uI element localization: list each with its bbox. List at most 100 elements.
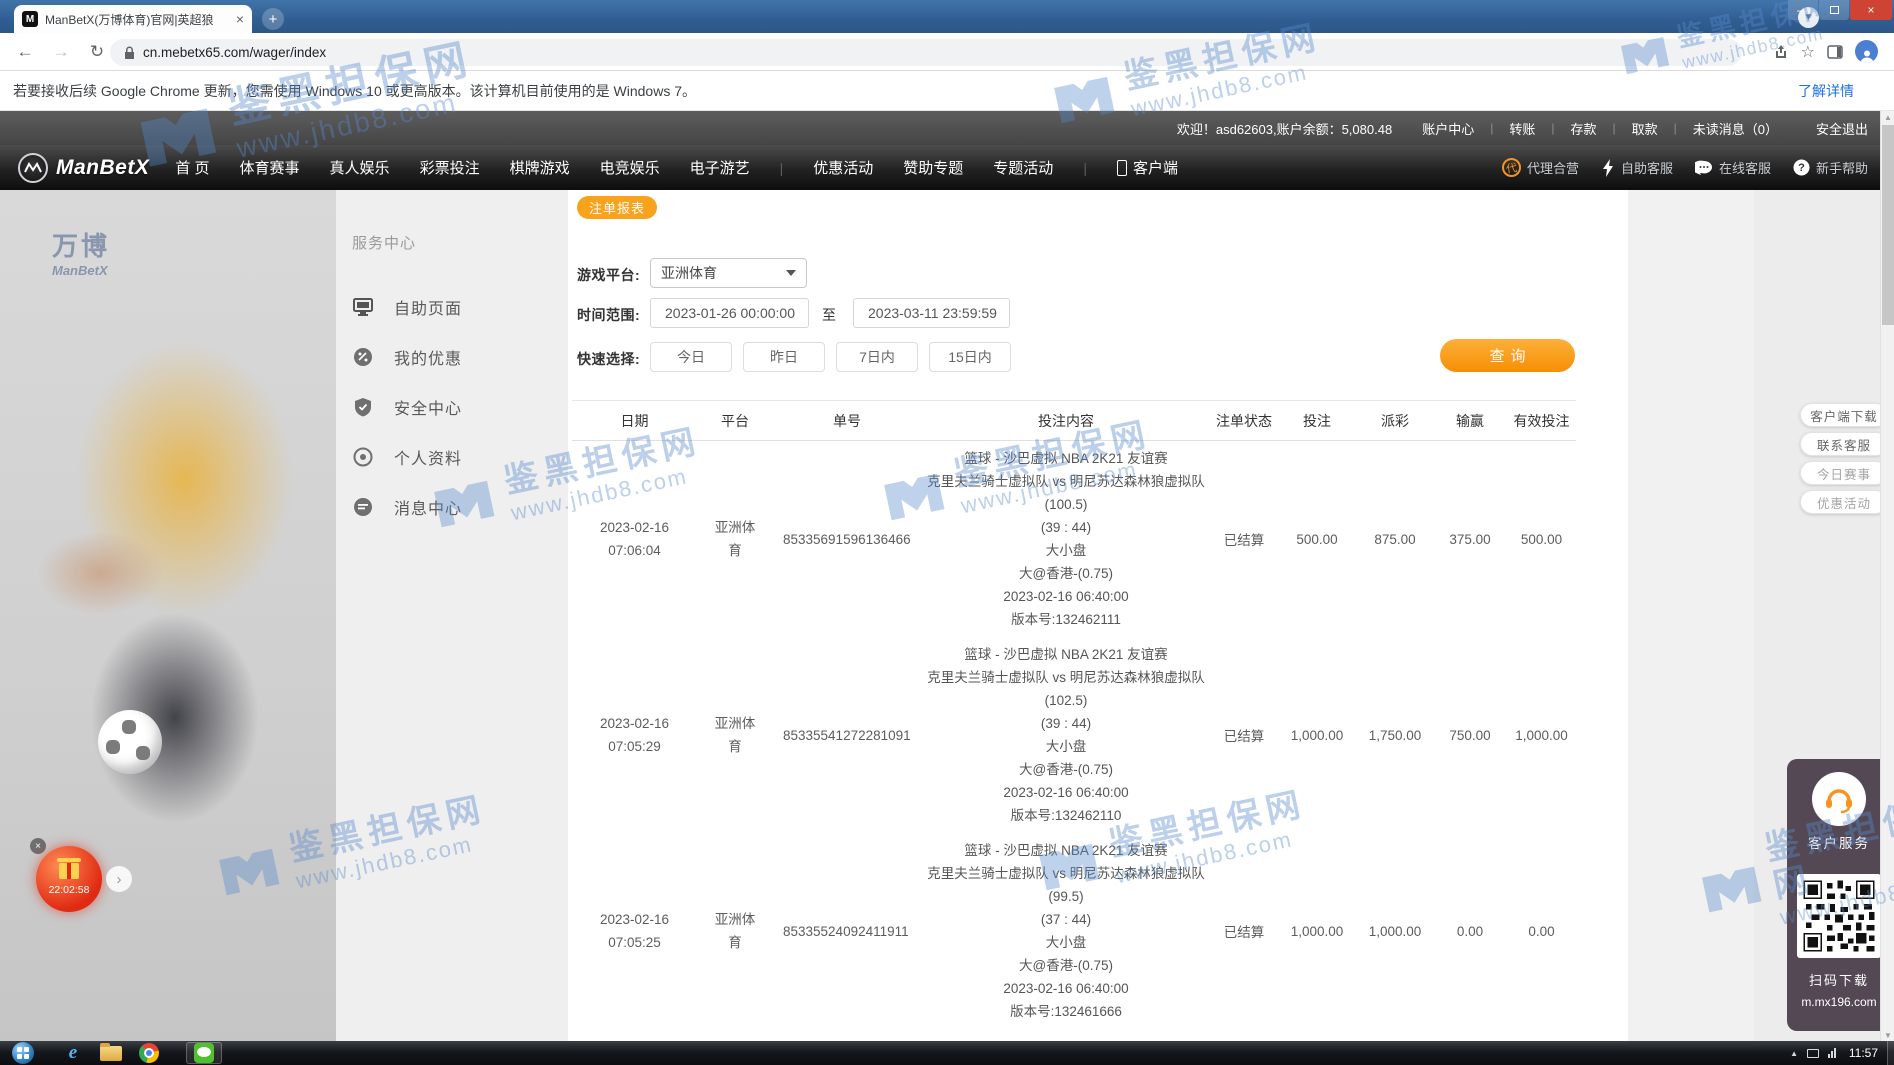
- nav-item[interactable]: 赞助专题: [903, 157, 963, 178]
- left-banner-image: 万博 ManBetX: [0, 190, 336, 1041]
- cell-winloss: 750.00: [1433, 637, 1507, 833]
- floating-pill[interactable]: 客户端下载: [1800, 403, 1888, 427]
- svg-text:?: ?: [1798, 162, 1805, 174]
- tray-expand-icon[interactable]: ▲: [1790, 1049, 1798, 1058]
- chrome-update-notice: 若要接收后续 Google Chrome 更新，您需使用 Windows 10 …: [0, 71, 1894, 111]
- report-card: 注单报表 游戏平台: 亚洲体育 时间范围: 至 快速选择: 今日昨日7日内15日…: [568, 190, 1628, 1041]
- quick-button[interactable]: 7日内: [836, 342, 918, 372]
- nav-item[interactable]: 电子游艺: [690, 157, 750, 178]
- bet-content-line: 版本号:132461666: [921, 1000, 1211, 1023]
- account-link[interactable]: 账户中心: [1422, 119, 1474, 138]
- bet-content-line: 克里夫兰骑士虚拟队 vs 明尼苏达森林狼虚拟队: [921, 666, 1211, 689]
- bookmark-star-icon[interactable]: ☆: [1801, 42, 1815, 62]
- promo-next-icon[interactable]: ›: [106, 866, 132, 892]
- search-button[interactable]: 查询: [1440, 339, 1575, 372]
- cell-winloss: 375.00: [1433, 441, 1507, 638]
- brand-logo[interactable]: ManBetX: [18, 153, 149, 183]
- welcome-balance-text: 欢迎！asd62603,账户余额：5,080.48: [1177, 119, 1392, 138]
- nav-item[interactable]: 专题活动: [993, 157, 1053, 178]
- taskbar-ie-icon[interactable]: e: [56, 1041, 90, 1065]
- bet-content-line: (39 : 44): [921, 712, 1211, 735]
- sidebar-item-shield[interactable]: 安全中心: [352, 394, 462, 420]
- account-link[interactable]: 存款: [1570, 119, 1596, 138]
- nav-right-item[interactable]: 自助客服: [1601, 158, 1673, 177]
- table-header-cell: 派彩: [1357, 401, 1433, 441]
- bet-time: 07:05:25: [572, 931, 697, 954]
- taskbar-clock[interactable]: 11:57: [1849, 1041, 1878, 1065]
- nav-item[interactable]: 彩票投注: [420, 157, 480, 178]
- forward-icon[interactable]: →: [50, 42, 72, 62]
- nav-item[interactable]: 客户端: [1117, 157, 1178, 178]
- back-icon[interactable]: ←: [14, 42, 36, 62]
- sidebar-item-discount[interactable]: 我的优惠: [352, 344, 462, 370]
- agent-icon: 代: [1501, 157, 1522, 178]
- account-link[interactable]: 取款: [1632, 119, 1658, 138]
- promo-countdown-bubble[interactable]: 22:02:58: [36, 846, 102, 912]
- new-tab-button[interactable]: +: [262, 8, 284, 30]
- sidebar-item-profile[interactable]: 个人资料: [352, 444, 462, 470]
- nav-item[interactable]: 真人娱乐: [330, 157, 390, 178]
- to-label: 至: [822, 305, 836, 325]
- nav-item[interactable]: 棋牌游戏: [510, 157, 570, 178]
- account-link[interactable]: 未读消息（0）: [1693, 119, 1778, 138]
- question-icon: ?: [1793, 159, 1810, 176]
- tab-wager-report[interactable]: 注单报表: [577, 196, 657, 219]
- customer-service-widget[interactable]: 客户服务: [1787, 759, 1891, 1031]
- show-desktop-button[interactable]: [1887, 1041, 1894, 1065]
- reload-icon[interactable]: ↻: [86, 42, 108, 62]
- account-link[interactable]: 安全退出: [1816, 119, 1868, 138]
- browser-tab[interactable]: M ManBetX(万博体育)官网|英超狼 ×: [14, 5, 252, 33]
- cell-status: 已结算: [1211, 637, 1277, 833]
- quick-button[interactable]: 15日内: [929, 342, 1011, 372]
- promo-close-icon[interactable]: ×: [30, 838, 46, 854]
- window-maximize-button[interactable]: [1819, 0, 1849, 20]
- cell-bet-amount: 1,000.00: [1277, 833, 1357, 1029]
- scrollbar-thumb[interactable]: [1882, 125, 1894, 325]
- sidebar-item-message[interactable]: 消息中心: [352, 494, 462, 520]
- nav-item[interactable]: 电竞娱乐: [600, 157, 660, 178]
- bet-time: 07:06:04: [572, 539, 697, 562]
- floating-pill[interactable]: 联系客服: [1800, 432, 1888, 456]
- sidebar-item-monitor[interactable]: 自助页面: [352, 294, 462, 320]
- start-button[interactable]: [12, 1042, 34, 1064]
- share-icon[interactable]: [1773, 44, 1789, 60]
- quick-button[interactable]: 昨日: [743, 342, 825, 372]
- date-to-input[interactable]: [853, 298, 1010, 328]
- table-header-cell: 日期: [572, 401, 697, 441]
- tray-display-icon[interactable]: [1807, 1049, 1819, 1058]
- platform-select[interactable]: 亚洲体育: [650, 258, 807, 288]
- window-minimize-button[interactable]: —: [1788, 0, 1818, 20]
- window-close-button[interactable]: ×: [1850, 0, 1892, 20]
- page-scrollbar[interactable]: ▲ ▼: [1880, 111, 1894, 1041]
- scroll-up-icon[interactable]: ▲: [1881, 111, 1894, 123]
- floating-pill[interactable]: 今日赛事: [1800, 461, 1888, 485]
- bet-content-line: (39 : 44): [921, 516, 1211, 539]
- nav-right-item[interactable]: 在线客服: [1695, 158, 1771, 177]
- taskbar-chrome-icon[interactable]: [132, 1041, 166, 1065]
- account-link[interactable]: 转账: [1509, 119, 1535, 138]
- range-label: 时间范围:: [577, 305, 640, 325]
- nav-item[interactable]: 首 页: [175, 157, 209, 178]
- tray-network-icon[interactable]: [1828, 1048, 1836, 1058]
- account-bar: 欢迎！asd62603,账户余额：5,080.48 账户中心|转账|存款|取款|…: [0, 111, 1894, 145]
- side-panel-icon[interactable]: [1827, 45, 1843, 59]
- date-from-input[interactable]: [650, 298, 809, 328]
- bet-content-line: 大@香港-(0.75): [921, 562, 1211, 585]
- scroll-down-icon[interactable]: ▼: [1881, 1029, 1894, 1041]
- url-bar[interactable]: cn.mebetx65.com/wager/index: [110, 39, 1742, 66]
- report-table: 日期平台单号投注内容注单状态投注派彩输赢有效投注 2023-02-1607:06…: [572, 400, 1576, 1029]
- cell-platform: 亚洲体育: [697, 441, 773, 638]
- cell-payout: 875.00: [1357, 441, 1433, 638]
- taskbar-explorer-icon[interactable]: [94, 1041, 128, 1065]
- nav-right-item[interactable]: ?新手帮助: [1793, 158, 1868, 177]
- taskbar-wechat-icon[interactable]: [187, 1041, 221, 1065]
- nav-item[interactable]: 体育赛事: [240, 157, 300, 178]
- bet-content-line: 版本号:132462111: [921, 608, 1211, 631]
- floating-pill[interactable]: 优惠活动: [1800, 490, 1888, 514]
- quick-button[interactable]: 今日: [650, 342, 732, 372]
- nav-right-item[interactable]: 代代理合营: [1502, 158, 1579, 177]
- nav-item[interactable]: 优惠活动: [813, 157, 873, 178]
- learn-more-link[interactable]: 了解详情: [1798, 81, 1854, 101]
- profile-avatar-icon[interactable]: [1855, 40, 1878, 63]
- tab-close-icon[interactable]: ×: [236, 12, 244, 26]
